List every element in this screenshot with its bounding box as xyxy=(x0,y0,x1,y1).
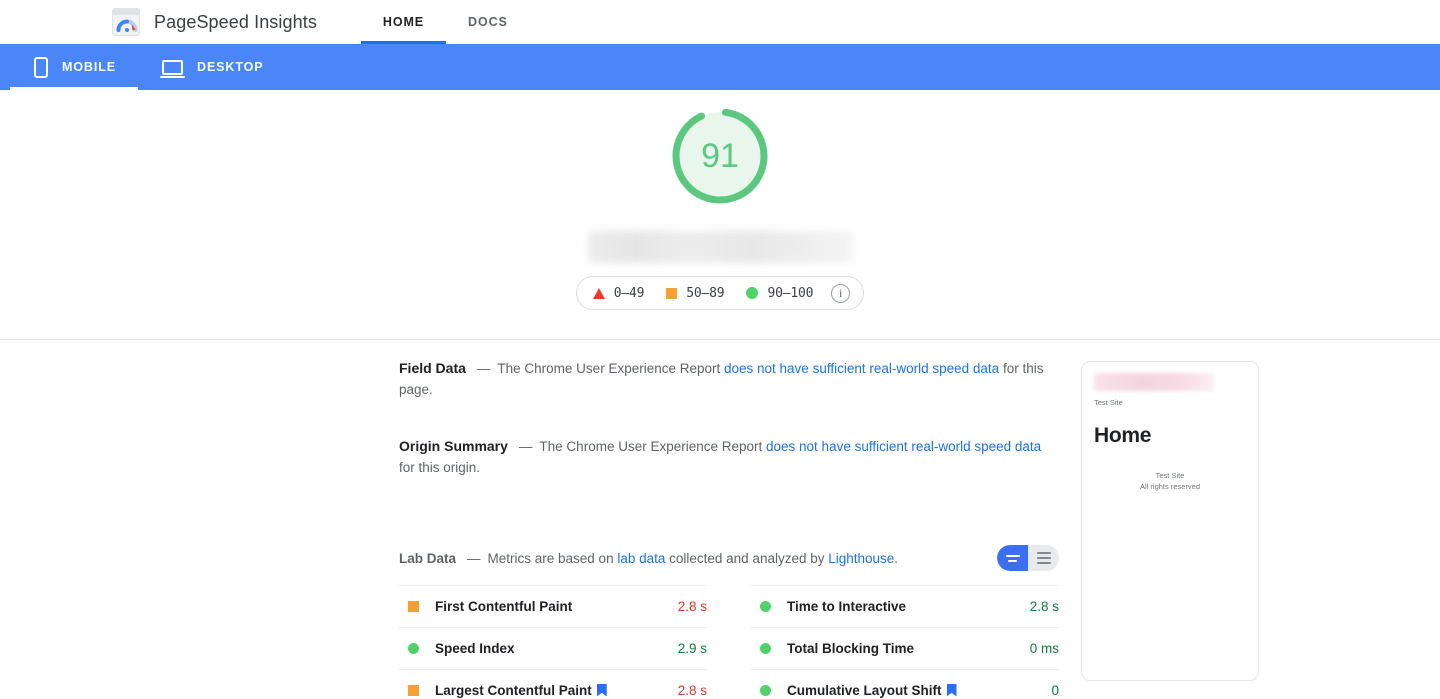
top-navigation: HOME DOCS xyxy=(360,0,530,44)
report-content: Field Data — The Chrome User Experience Re… xyxy=(399,340,1059,699)
nav-item-home[interactable]: HOME xyxy=(360,0,447,44)
triangle-swatch-icon xyxy=(592,287,605,299)
metric-value: 2.8 s xyxy=(677,599,707,614)
origin-summary-dash: — xyxy=(518,439,533,454)
lighthouse-link[interactable]: Lighthouse xyxy=(828,551,894,566)
origin-summary-link[interactable]: does not have sufficient real-world spee… xyxy=(766,439,1041,454)
nav-item-docs[interactable]: DOCS xyxy=(446,0,530,44)
score-value: 91 xyxy=(701,136,739,175)
status-badge xyxy=(760,684,771,696)
metric-value: 0 ms xyxy=(1029,641,1059,656)
table-row[interactable]: Time to Interactive 2.8 s xyxy=(751,585,1059,627)
legend-range-average: 50–89 xyxy=(686,285,725,301)
metrics-column-left: First Contentful Paint 2.8 s Speed Index… xyxy=(399,585,707,699)
screenshot-footer-line1: Test Site xyxy=(1155,471,1185,480)
square-swatch-icon xyxy=(666,287,678,299)
desktop-laptop-icon xyxy=(160,59,186,78)
table-row[interactable]: Total Blocking Time 0 ms xyxy=(751,627,1059,669)
tab-mobile-label: MOBILE xyxy=(62,60,117,74)
core-web-vital-flag-icon xyxy=(597,684,607,697)
metric-label: First Contentful Paint xyxy=(435,599,573,614)
status-badge xyxy=(760,643,771,654)
status-badge xyxy=(408,684,419,696)
legend-item-poor: 0–49 xyxy=(592,285,645,301)
tab-mobile[interactable]: MOBILE xyxy=(10,44,139,90)
app-title: PageSpeed Insights xyxy=(154,11,317,32)
metrics-column-right: Time to Interactive 2.8 s Total Blocking… xyxy=(751,585,1059,699)
lab-data-header: Lab Data — Metrics are based on lab data c… xyxy=(399,545,1059,571)
lab-data-text-after: . xyxy=(894,550,899,566)
report-body: Field Data — The Chrome User Experience Re… xyxy=(0,340,1440,699)
screenshot-banner-redacted xyxy=(1094,373,1214,391)
lab-data-title: Lab Data xyxy=(399,550,457,566)
tab-desktop-label: DESKTOP xyxy=(197,60,264,74)
screenshot-page-heading: Home xyxy=(1094,424,1152,447)
table-row[interactable]: Cumulative Layout Shift 0 xyxy=(751,669,1059,699)
lab-data-link[interactable]: lab data xyxy=(617,551,665,566)
detailed-view-button[interactable] xyxy=(1028,545,1059,571)
field-data-dash: — xyxy=(476,361,491,376)
circle-swatch-icon xyxy=(746,287,759,299)
field-data-link[interactable]: does not have sufficient real-world spee… xyxy=(724,361,999,376)
app-header: PageSpeed Insights HOME DOCS xyxy=(0,0,1440,44)
metric-value: 2.8 s xyxy=(1029,599,1059,614)
lab-data-description: Lab Data — Metrics are based on lab data c… xyxy=(399,551,898,566)
score-legend: 0–49 50–89 90–100 i xyxy=(575,276,865,310)
legend-range-poor: 0–49 xyxy=(613,285,645,301)
screenshot-footer: Test Site All rights reserved xyxy=(1094,470,1246,492)
score-hero: 91 0–49 50–89 90–100 i xyxy=(0,90,1440,340)
status-badge xyxy=(760,601,771,612)
table-row[interactable]: First Contentful Paint 2.8 s xyxy=(399,585,707,627)
page-screenshot-thumbnail: Test Site Home Test Site All rights rese… xyxy=(1081,361,1259,681)
origin-summary-text-before: The Chrome User Experience Report xyxy=(539,439,767,454)
legend-item-average: 50–89 xyxy=(666,285,725,301)
compact-view-button[interactable] xyxy=(997,545,1028,571)
screenshot-footer-line2: All rights reserved xyxy=(1139,482,1201,491)
status-badge xyxy=(408,601,419,612)
lab-data-dash: — xyxy=(467,550,481,566)
metric-label: Total Blocking Time xyxy=(787,641,915,656)
metric-label: Time to Interactive xyxy=(787,599,907,614)
metric-value: 2.8 s xyxy=(677,682,707,698)
lab-data-text-mid: collected and analyzed by xyxy=(665,550,829,566)
metric-value: 2.9 s xyxy=(677,641,707,656)
info-circle-icon[interactable]: i xyxy=(831,283,851,303)
field-data-text-before: The Chrome User Experience Report xyxy=(497,361,724,376)
core-web-vital-flag-icon xyxy=(947,684,957,697)
origin-summary-text-after: for this origin. xyxy=(399,460,481,475)
analyzed-url-redacted xyxy=(587,231,853,263)
legend-range-good: 90–100 xyxy=(767,285,814,301)
device-tab-bar: MOBILE DESKTOP xyxy=(0,44,1440,90)
lab-data-text-before: Metrics are based on xyxy=(487,550,618,566)
two-line-list-icon xyxy=(1005,554,1020,557)
lab-metrics: First Contentful Paint 2.8 s Speed Index… xyxy=(399,585,1059,699)
mobile-phone-icon xyxy=(34,56,48,78)
field-data-title: Field Data xyxy=(399,360,466,376)
status-badge xyxy=(408,643,419,654)
three-line-list-icon xyxy=(1036,552,1051,554)
metric-label: Largest Contentful Paint xyxy=(435,683,607,698)
metric-label: Speed Index xyxy=(435,641,515,656)
view-toggle-group xyxy=(997,545,1059,571)
field-data-section: Field Data — The Chrome User Experience Re… xyxy=(399,358,1059,400)
metric-value: 0 xyxy=(1051,682,1059,698)
table-row[interactable]: Speed Index 2.9 s xyxy=(399,627,707,669)
legend-item-good: 90–100 xyxy=(746,286,813,301)
origin-summary-section: Origin Summary — The Chrome User Experienc… xyxy=(399,436,1059,478)
pagespeed-gauge-logo-icon xyxy=(112,8,140,36)
performance-score-gauge: 91 xyxy=(667,103,773,209)
screenshot-site-name: Test Site xyxy=(1094,398,1123,407)
table-row[interactable]: Largest Contentful Paint 2.8 s xyxy=(399,669,707,699)
tab-desktop[interactable]: DESKTOP xyxy=(138,44,286,90)
origin-summary-title: Origin Summary xyxy=(399,438,508,454)
metric-label: Cumulative Layout Shift xyxy=(787,683,957,698)
brand: PageSpeed Insights xyxy=(112,8,317,36)
